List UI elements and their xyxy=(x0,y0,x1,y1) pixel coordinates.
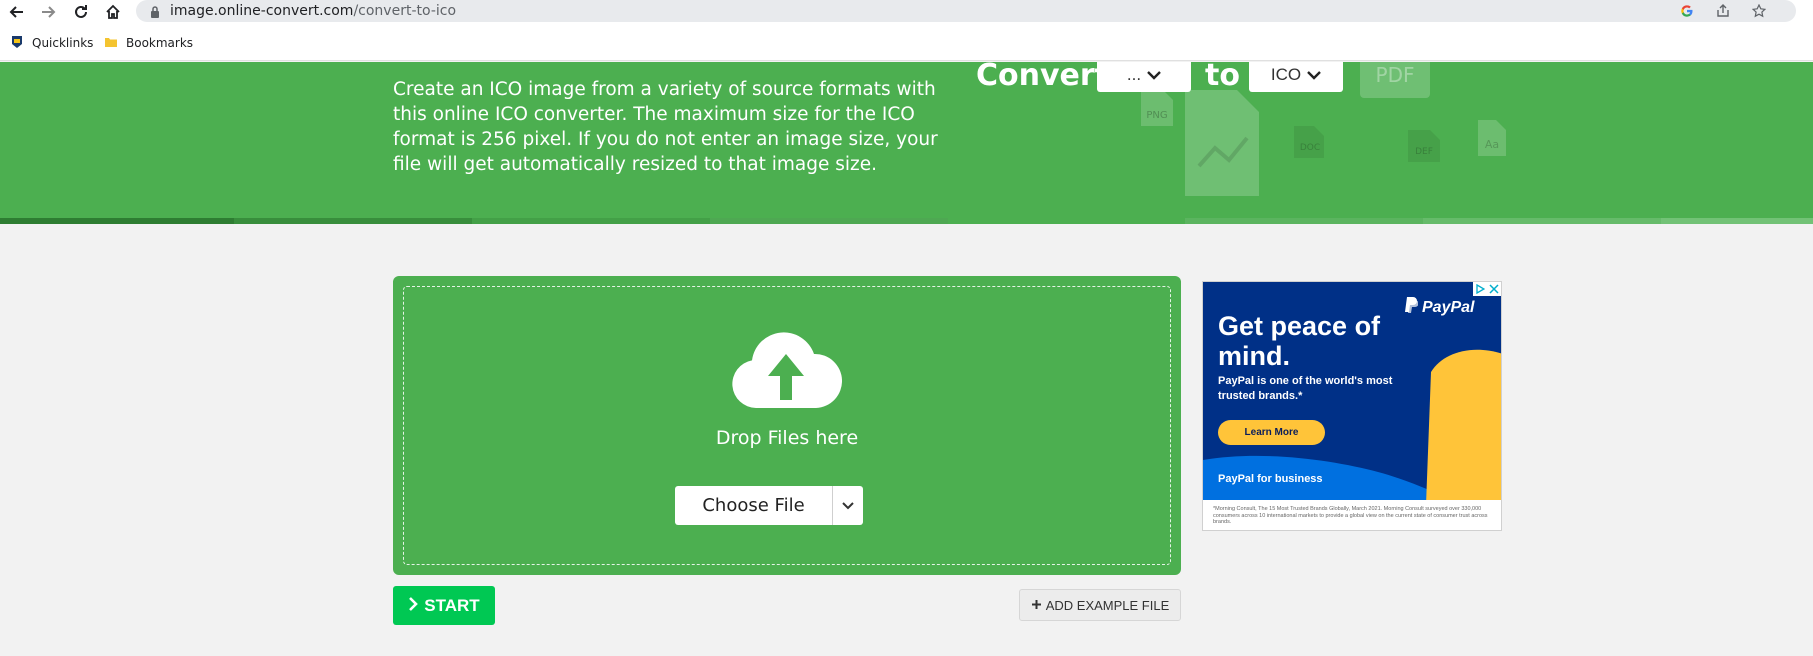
adchoices-icon[interactable] xyxy=(1473,282,1487,296)
bg-icon-label: PDF xyxy=(1376,63,1415,87)
ad-headline: Get peace of mind. xyxy=(1218,311,1381,371)
start-label: START xyxy=(424,595,480,615)
source-format-select[interactable]: ... xyxy=(1097,62,1191,92)
upload-dropzone[interactable]: Drop Files here Choose File xyxy=(393,276,1181,575)
choose-file-button[interactable]: Choose File xyxy=(675,486,832,525)
cloud-upload-icon xyxy=(730,332,843,415)
url-text: image.online-convert.com/convert-to-ico xyxy=(170,3,456,19)
png-file-icon: PNG xyxy=(1139,88,1175,133)
chevron-down-icon xyxy=(842,497,854,515)
progress-segment xyxy=(1185,218,1423,224)
bookmark-label: Quicklinks xyxy=(32,36,94,50)
browser-toolbar: image.online-convert.com/convert-to-ico xyxy=(0,0,1813,24)
url-host: image.online-convert.com xyxy=(170,3,354,19)
ad-subtext: PayPal is one of the world's most truste… xyxy=(1218,375,1393,402)
chevron-down-icon xyxy=(1147,65,1161,85)
chevron-right-icon xyxy=(408,596,419,616)
progress-segment xyxy=(472,218,710,224)
star-icon[interactable] xyxy=(1750,2,1768,20)
learn-more-button[interactable]: Learn More xyxy=(1218,420,1325,445)
bookmark-quicklinks[interactable]: Quicklinks xyxy=(10,34,93,52)
google-icon[interactable] xyxy=(1678,2,1696,20)
bg-icon-label: PNG xyxy=(1146,110,1167,121)
target-format-value: ICO xyxy=(1270,65,1302,84)
drop-files-text: Drop Files here xyxy=(715,427,859,449)
address-bar[interactable]: image.online-convert.com/convert-to-ico xyxy=(136,0,1796,22)
start-button[interactable]: START xyxy=(393,586,495,625)
font-file-icon: Aa xyxy=(1475,118,1509,163)
progress-segment xyxy=(1423,218,1661,224)
hero-description: Create an ICO image from a variety of so… xyxy=(393,79,938,175)
bookmark-label: Bookmarks xyxy=(126,36,194,50)
folder-icon xyxy=(104,35,118,52)
add-example-file-button[interactable]: ADD EXAMPLE FILE xyxy=(1019,589,1181,621)
ad-footnote: *Morning Consult, The 15 Most Trusted Br… xyxy=(1203,500,1501,530)
progress-segment xyxy=(1661,218,1813,224)
target-format-select[interactable]: ICO xyxy=(1249,62,1343,92)
bookmarks-bar: Quicklinks Bookmarks xyxy=(0,24,1813,61)
bg-icon-label: Aa xyxy=(1485,138,1499,151)
share-icon[interactable] xyxy=(1714,2,1732,20)
source-format-value: ... xyxy=(1126,65,1142,84)
chart-file-icon xyxy=(1183,88,1261,203)
ad-choices xyxy=(1473,282,1501,296)
plus-icon xyxy=(1031,598,1042,613)
choose-file-group: Choose File xyxy=(675,486,863,525)
to-label: to xyxy=(1205,62,1240,93)
bg-icon-label: DOC xyxy=(1300,143,1320,153)
bookmark-folder[interactable]: Bookmarks xyxy=(104,34,193,52)
hero-banner: Create an ICO image from a variety of so… xyxy=(0,62,1813,224)
pdf-file-icon: PDF xyxy=(1358,62,1432,105)
back-arrow-icon[interactable] xyxy=(6,1,28,23)
lock-icon[interactable] xyxy=(150,5,160,23)
paypal-ad[interactable]: PayPal Get peace of mind. PayPal is one … xyxy=(1202,281,1502,531)
ad-business-label: PayPal for business xyxy=(1218,473,1323,485)
forward-arrow-icon[interactable] xyxy=(37,1,59,23)
def-file-icon: DEF xyxy=(1404,128,1446,169)
doc-file-icon: DOC xyxy=(1290,124,1330,165)
choose-file-dropdown[interactable] xyxy=(832,486,863,525)
home-icon[interactable] xyxy=(102,1,124,23)
chevron-down-icon xyxy=(1307,65,1321,85)
convert-label: Convert xyxy=(976,62,1110,93)
bg-icon-label: DEF xyxy=(1415,147,1433,157)
progress-segment xyxy=(710,218,948,224)
reload-icon[interactable] xyxy=(70,1,92,23)
add-example-label: ADD EXAMPLE FILE xyxy=(1045,597,1170,613)
paypal-brand: PayPal xyxy=(1422,298,1475,316)
progress-segment xyxy=(0,218,234,224)
progress-segment xyxy=(234,218,472,224)
url-path: /convert-to-ico xyxy=(353,3,457,19)
close-icon[interactable] xyxy=(1487,282,1501,296)
quicklinks-icon xyxy=(10,35,24,52)
